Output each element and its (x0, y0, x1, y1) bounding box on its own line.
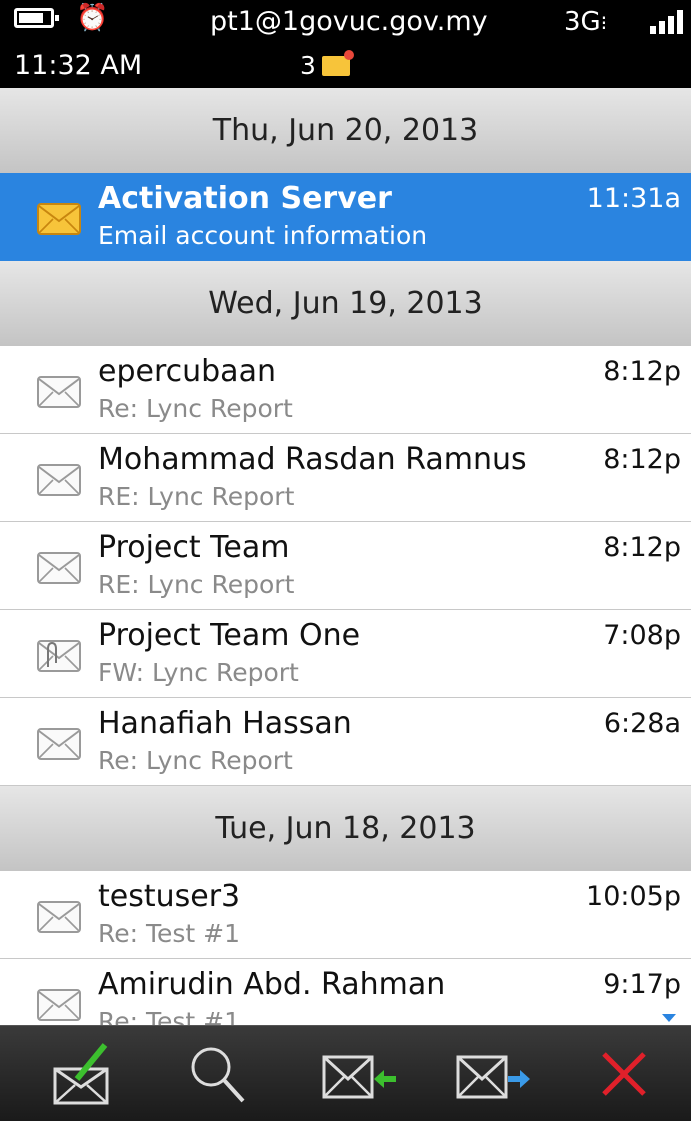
message-subject: Re: Lync Report (98, 394, 293, 423)
date-header: Thu, Jun 20, 2013 (0, 88, 691, 174)
message-row[interactable]: epercubaan Re: Lync Report 8:12p (0, 346, 691, 434)
signal-bars-icon (646, 10, 686, 34)
status-bar: ⏰ pt1@1govuc.gov.my 11:32 AM 3 3G⁝ (0, 0, 691, 88)
unread-envelope-icon (36, 200, 82, 236)
message-time: 8:12p (603, 532, 681, 563)
message-time: 6:28a (603, 708, 681, 739)
message-subject: Email account information (98, 221, 428, 250)
search-button[interactable] (178, 1036, 258, 1111)
compose-icon (53, 1042, 109, 1104)
message-time: 8:12p (603, 356, 681, 387)
message-sender: epercubaan (98, 354, 276, 389)
message-time: 10:05p (586, 881, 681, 912)
read-envelope-icon (36, 725, 82, 761)
account-name: pt1@1govuc.gov.my (210, 6, 488, 37)
message-sender: Amirudin Abd. Rahman (98, 967, 446, 1002)
message-row[interactable]: Project Team RE: Lync Report 8:12p (0, 522, 691, 610)
message-subject: FW: Lync Report (98, 658, 299, 687)
read-envelope-icon (36, 461, 82, 497)
scroll-down-indicator (662, 1014, 676, 1022)
battery-icon (14, 8, 59, 28)
message-row[interactable]: Mohammad Rasdan Ramnus RE: Lync Report 8:1… (0, 434, 691, 522)
message-sender: Activation Server (98, 181, 392, 216)
date-header: Tue, Jun 18, 2013 (0, 786, 691, 872)
date-header-label: Wed, Jun 19, 2013 (208, 286, 483, 321)
data-arrows-icon: ⁝ (600, 11, 608, 35)
network-label: 3G (564, 7, 601, 37)
message-time: 7:08p (603, 620, 681, 651)
read-envelope-icon (36, 373, 82, 409)
read-envelope-icon (36, 986, 82, 1022)
message-sender: Project Team (98, 530, 290, 565)
date-header-label: Tue, Jun 18, 2013 (215, 811, 476, 846)
message-subject: Re: Test #1 (98, 919, 241, 948)
message-sender: Mohammad Rasdan Ramnus (98, 442, 527, 477)
sent-mail-icon (456, 1055, 530, 1098)
new-mail-icon (322, 50, 354, 76)
search-icon (191, 1047, 245, 1102)
message-row[interactable]: testuser3 Re: Test #1 10:05p (0, 871, 691, 959)
close-button[interactable] (584, 1036, 664, 1111)
message-row[interactable]: Hanafiah Hassan Re: Lync Report 6:28a (0, 698, 691, 786)
received-mail-icon (322, 1055, 396, 1098)
alarm-icon: ⏰ (76, 3, 109, 33)
message-sender: Hanafiah Hassan (98, 706, 352, 741)
read-envelope-icon (36, 898, 82, 934)
received-mail-button[interactable] (318, 1036, 398, 1111)
message-row[interactable]: Activation Server Email account informati… (0, 173, 691, 261)
sent-mail-button[interactable] (452, 1036, 532, 1111)
message-time: 8:12p (603, 444, 681, 475)
attachment-envelope-icon (36, 637, 82, 673)
new-message-count: 3 (300, 51, 316, 80)
message-subject: Re: Lync Report (98, 746, 293, 775)
message-time: 9:17p (603, 969, 681, 1000)
message-sender: testuser3 (98, 879, 241, 914)
message-row[interactable]: Project Team One FW: Lync Report 7:08p (0, 610, 691, 698)
message-sender: Project Team One (98, 618, 361, 653)
message-subject: RE: Lync Report (98, 570, 295, 599)
read-envelope-icon (36, 549, 82, 585)
bottom-toolbar (0, 1025, 691, 1121)
message-subject: RE: Lync Report (98, 482, 295, 511)
date-header-label: Thu, Jun 20, 2013 (212, 113, 479, 148)
message-time: 11:31a (586, 183, 681, 214)
compose-button[interactable] (42, 1036, 122, 1111)
network-indicator: 3G⁝ (564, 4, 607, 41)
close-icon (602, 1051, 646, 1096)
date-header: Wed, Jun 19, 2013 (0, 261, 691, 347)
clock: 11:32 AM (14, 50, 143, 81)
